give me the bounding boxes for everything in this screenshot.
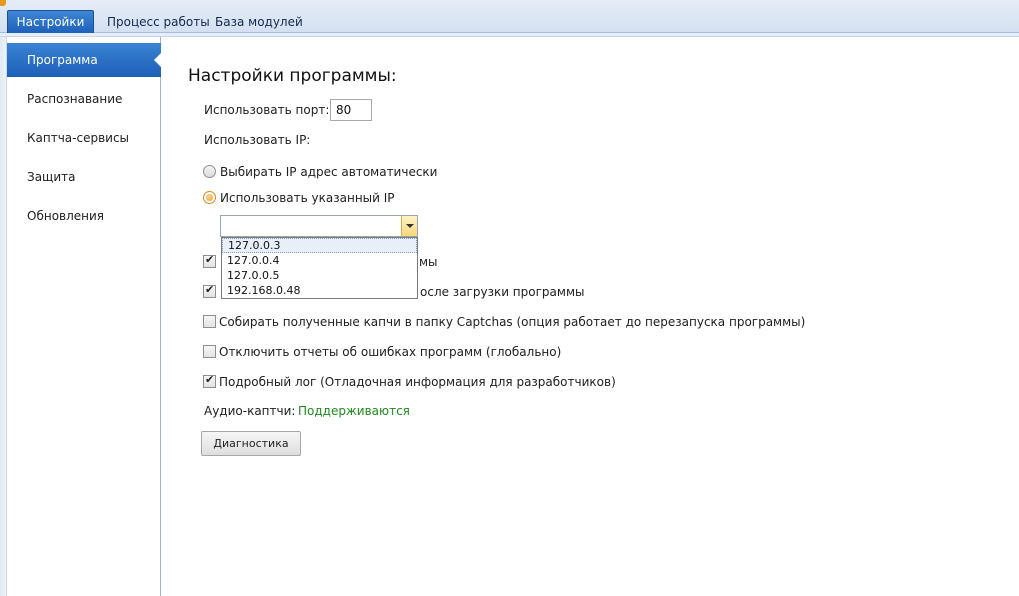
- checkbox-option-2[interactable]: [203, 283, 216, 298]
- checkbox-option-1[interactable]: [203, 253, 216, 268]
- port-label: Использовать порт:: [204, 103, 330, 117]
- sidebar-item-updates[interactable]: Обновления: [7, 199, 161, 233]
- page-title: Настройки программы:: [188, 66, 397, 86]
- ip-label: Использовать IP:: [204, 133, 311, 147]
- audio-captcha-label: Аудио-каптчи:: [204, 404, 296, 418]
- radio-manual-ip-label[interactable]: Использовать указанный IP: [220, 191, 395, 205]
- checkbox-collect-captchas-label[interactable]: Собирать полученные капчи в папку Captch…: [219, 315, 805, 329]
- sidebar: Программа Распознавание Каптча-сервисы З…: [6, 37, 162, 596]
- sidebar-item-captcha-services[interactable]: Каптча-сервисы: [7, 121, 161, 155]
- app-icon: [0, 0, 6, 6]
- list-item[interactable]: 127.0.0.3: [222, 238, 417, 253]
- list-item[interactable]: 127.0.0.5: [222, 268, 417, 283]
- sidebar-item-recognition[interactable]: Распознавание: [7, 82, 161, 116]
- chevron-down-icon[interactable]: [401, 216, 417, 236]
- radio-manual-ip[interactable]: [203, 191, 216, 204]
- audio-captcha-status: Поддерживаются: [298, 404, 410, 418]
- checkbox-verbose-log-label[interactable]: Подробный лог (Отладочная информация для…: [219, 375, 616, 389]
- port-input[interactable]: [330, 99, 372, 121]
- ip-dropdown-list[interactable]: 127.0.0.3 127.0.0.4 127.0.0.5 192.168.0.…: [221, 237, 418, 299]
- ip-combobox[interactable]: [220, 215, 418, 237]
- list-item[interactable]: 192.168.0.48: [222, 283, 417, 298]
- checkbox-option-2-label: осле загрузки программы: [420, 285, 585, 299]
- tab-process[interactable]: Процесс работы: [99, 11, 218, 33]
- radio-auto-ip-label[interactable]: Выбирать IP адрес автоматически: [220, 165, 437, 179]
- checkbox-collect-captchas[interactable]: [203, 315, 216, 328]
- checkbox-disable-error-reports-label[interactable]: Отключить отчеты об ошибках программ (гл…: [219, 345, 561, 359]
- tab-modules[interactable]: База модулей: [207, 11, 311, 33]
- sidebar-item-protection[interactable]: Защита: [7, 160, 161, 194]
- ribbon-tab-strip: Настройки Процесс работы База модулей: [0, 0, 1019, 34]
- radio-auto-ip[interactable]: [203, 165, 216, 178]
- checkbox-disable-error-reports[interactable]: [203, 345, 216, 358]
- list-item[interactable]: 127.0.0.4: [222, 253, 417, 268]
- diagnostics-button[interactable]: Диагностика: [201, 431, 301, 456]
- checkbox-verbose-log[interactable]: [203, 373, 216, 388]
- tab-settings[interactable]: Настройки: [7, 10, 94, 34]
- sidebar-item-program[interactable]: Программа: [7, 43, 162, 77]
- checkbox-option-1-label: мы: [419, 255, 438, 269]
